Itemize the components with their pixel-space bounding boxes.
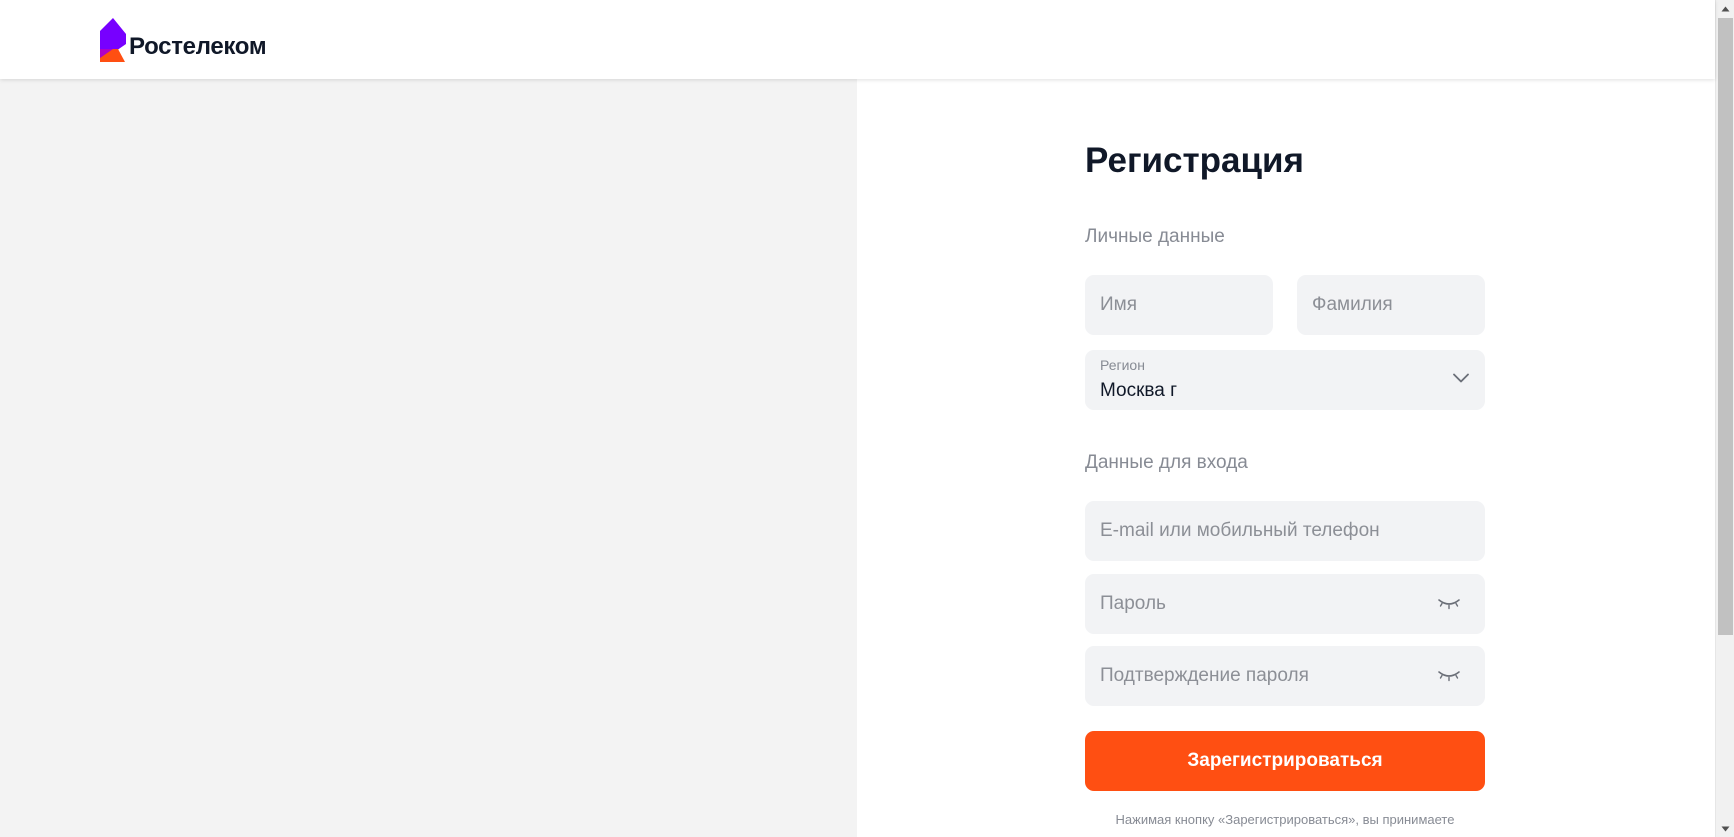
rostelecom-logo-icon xyxy=(100,18,126,62)
eye-closed-icon[interactable] xyxy=(1437,596,1461,612)
arrow-down-icon xyxy=(1721,826,1730,831)
arrow-up-icon xyxy=(1721,6,1730,11)
first-name-field xyxy=(1085,275,1273,335)
brand-logo[interactable]: Ростелеком xyxy=(100,18,267,62)
first-name-input[interactable] xyxy=(1085,275,1273,335)
scrollbar-thumb[interactable] xyxy=(1718,18,1733,635)
region-value: Москва г xyxy=(1100,380,1178,401)
register-button[interactable]: Зарегистрироваться xyxy=(1085,731,1485,791)
login-field xyxy=(1085,501,1485,561)
personal-data-heading: Личные данные xyxy=(1085,226,1225,247)
password-input[interactable] xyxy=(1085,574,1485,634)
right-form-panel xyxy=(857,79,1715,837)
last-name-field xyxy=(1297,275,1485,335)
password-field xyxy=(1085,574,1485,634)
region-select[interactable]: Регион Москва г xyxy=(1085,350,1485,410)
chevron-down-icon[interactable] xyxy=(1453,373,1469,383)
scroll-up-button[interactable] xyxy=(1716,0,1734,17)
password-confirm-input[interactable] xyxy=(1085,646,1485,706)
password-confirm-field xyxy=(1085,646,1485,706)
region-label: Регион xyxy=(1100,357,1145,373)
brand-name: Ростелеком xyxy=(129,33,267,60)
page-title: Регистрация xyxy=(1085,141,1304,180)
last-name-input[interactable] xyxy=(1297,275,1485,335)
site-header: Ростелеком xyxy=(0,0,1715,79)
login-input[interactable] xyxy=(1085,501,1485,561)
login-data-heading: Данные для входа xyxy=(1085,452,1248,473)
left-promo-panel xyxy=(0,79,857,837)
vertical-scrollbar[interactable] xyxy=(1715,0,1734,837)
registration-page: Ростелеком Регистрация Личные данные Рег… xyxy=(0,0,1734,837)
scroll-down-button[interactable] xyxy=(1716,820,1734,837)
terms-notice: Нажимая кнопку «Зарегистрироваться», вы … xyxy=(1115,812,1455,827)
eye-closed-icon[interactable] xyxy=(1437,668,1461,684)
